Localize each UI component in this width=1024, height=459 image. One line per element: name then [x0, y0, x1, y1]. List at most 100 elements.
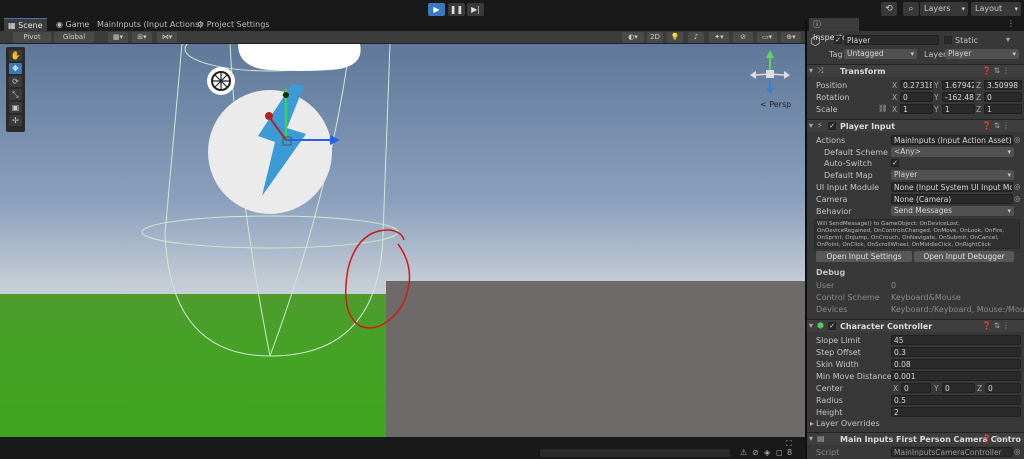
effects-icon[interactable]: ✦▾	[709, 32, 729, 43]
component-header-icons[interactable]: ❓ ⇅ ⋮	[982, 121, 1010, 130]
tab-inspector[interactable]: ⓘ Inspector	[809, 18, 859, 42]
audio-icon[interactable]: ♪	[688, 32, 704, 43]
height-field[interactable]: 2	[891, 407, 1021, 417]
default-map-dropdown[interactable]: Player	[891, 170, 1014, 180]
foldout-arrow-icon[interactable]: ▾	[809, 434, 813, 443]
foldout-arrow-icon[interactable]: ▸	[810, 419, 814, 428]
rect-tool-icon[interactable]: ▣	[9, 102, 22, 113]
component-header-icons[interactable]: ❓ ⇅ ⋮	[982, 321, 1010, 330]
tab-game-label: Game	[65, 20, 90, 29]
pause-button[interactable]: ❚❚	[448, 3, 465, 16]
foldout-arrow-icon[interactable]: ▾	[809, 66, 813, 75]
lighting-icon[interactable]: 💡	[667, 32, 683, 43]
rotation-x-field[interactable]: 0	[900, 92, 933, 102]
auto-switch-checkbox[interactable]: ✓	[891, 159, 899, 167]
position-z-field[interactable]: 3.50998	[984, 80, 1022, 90]
object-picker-icon[interactable]: ◎	[1014, 194, 1021, 203]
camera-label: Camera	[816, 195, 848, 204]
object-name-field[interactable]: Player	[844, 35, 939, 45]
center-y-field[interactable]: 0	[942, 383, 975, 393]
y-axis-label: Y	[934, 384, 939, 393]
tab-project-settings[interactable]: ⚙ Project Settings	[193, 18, 273, 31]
center-x-field[interactable]: 0	[901, 383, 931, 393]
global-toggle[interactable]: Global	[54, 32, 94, 43]
scene-viewport[interactable]: < Persp ✋ ✥ ⟳ ⤡ ▣ ✢	[0, 44, 805, 437]
character-controller-header[interactable]: ▾ ⬢ ✓ Character Controller ❓ ⇅ ⋮	[807, 319, 1024, 332]
tag-dropdown[interactable]: Untagged	[844, 49, 917, 59]
component-header-icons[interactable]: ❓ ⇅ ⋮	[982, 434, 1010, 443]
tab-main-inputs[interactable]: MainInputs (Input Actions)	[93, 18, 206, 31]
step-button[interactable]: ▶|	[467, 3, 484, 16]
transform-tool-icon[interactable]: ✢	[9, 115, 22, 126]
2d-toggle[interactable]: 2D	[647, 32, 663, 43]
open-input-settings-button[interactable]: Open Input Settings	[816, 251, 912, 262]
skin-width-field[interactable]: 0.08	[891, 359, 1021, 369]
orientation-gizmo[interactable]	[750, 50, 790, 94]
camera-gizmo-icon[interactable]	[207, 67, 235, 95]
gizmos-icon[interactable]: ⊕▾	[781, 32, 801, 43]
layout-dropdown[interactable]: Layout	[971, 2, 1021, 16]
default-scheme-dropdown[interactable]: <Any>	[891, 147, 1014, 157]
min-move-distance-field[interactable]: 0.001	[891, 371, 1021, 381]
rotation-y-field[interactable]: -162.48	[942, 92, 975, 102]
layer-dropdown[interactable]: Player	[945, 49, 1019, 59]
object-picker-icon[interactable]: ◎	[1014, 135, 1021, 144]
foldout-arrow-icon[interactable]: ▾	[809, 321, 813, 330]
transform-header[interactable]: ▾ ⤨ Transform ❓ ⇅ ⋮	[807, 64, 1024, 77]
object-picker-icon[interactable]: ◎	[1014, 182, 1021, 191]
info-icon: ⓘ	[813, 20, 821, 29]
move-tool-icon[interactable]: ✥	[9, 63, 22, 74]
grid-snap-icon[interactable]: ▦▾	[108, 32, 128, 43]
history-icon[interactable]: ⟲	[881, 2, 897, 16]
active-checkbox[interactable]: ✓	[834, 36, 842, 44]
shading-mode-icon[interactable]: ◐▾	[622, 32, 644, 43]
snap-increment-icon[interactable]: ⊞▾	[132, 32, 152, 43]
actions-field[interactable]: MainInputs (Input Action Asset)	[891, 135, 1013, 145]
character-controller-enabled-checkbox[interactable]: ✓	[828, 322, 836, 330]
player-input-header[interactable]: ▾ ⚡ ✓ Player Input ❓ ⇅ ⋮	[807, 119, 1024, 132]
slope-limit-field[interactable]: 45	[891, 335, 1021, 345]
position-x-field[interactable]: 0.27318	[900, 80, 933, 90]
static-checkbox[interactable]	[944, 36, 952, 44]
layers-dropdown[interactable]: Layers	[920, 2, 968, 16]
search-icon[interactable]: ⌕	[903, 2, 919, 16]
behavior-dropdown[interactable]: Send Messages	[891, 206, 1014, 216]
main-inputs-script-header[interactable]: ▾ ▤ Main Inputs First Person Camera Cont…	[807, 432, 1024, 445]
more-options-icon[interactable]: ⋮	[1007, 19, 1015, 28]
static-dropdown-icon[interactable]: ▾	[1006, 35, 1010, 44]
perspective-label[interactable]: < Persp	[760, 100, 791, 109]
tag-label: Tag	[829, 50, 843, 59]
object-picker-icon[interactable]: ◎	[1014, 447, 1021, 456]
step-offset-field[interactable]: 0.3	[891, 347, 1021, 357]
position-y-field[interactable]: 1.67942	[942, 80, 975, 90]
center-z-field[interactable]: 0	[985, 383, 1021, 393]
open-input-debugger-button[interactable]: Open Input Debugger	[914, 251, 1014, 262]
vertex-snap-icon[interactable]: ⋈▾	[157, 32, 177, 43]
foldout-arrow-icon[interactable]: ▾	[809, 121, 813, 130]
log-info-icon[interactable]: ◈	[764, 448, 770, 457]
player-input-enabled-checkbox[interactable]: ✓	[828, 122, 836, 130]
rotate-tool-icon[interactable]: ⟳	[9, 76, 22, 87]
min-move-distance-label: Min Move Distance	[816, 372, 892, 381]
scale-y-field[interactable]: 1	[942, 104, 975, 114]
radius-field[interactable]: 0.5	[891, 395, 1021, 405]
rotation-z-field[interactable]: 0	[984, 92, 1022, 102]
ui-input-module-field[interactable]: None (Input System UI Input Mod	[891, 182, 1013, 192]
camera-settings-icon[interactable]: ▭▾	[757, 32, 777, 43]
hand-tool-icon[interactable]: ✋	[9, 50, 22, 61]
scale-z-field[interactable]: 1	[984, 104, 1022, 114]
scale-x-field[interactable]: 1	[900, 104, 933, 114]
camera-field[interactable]: None (Camera)	[891, 194, 1013, 204]
log-warning-icon[interactable]: ⚠	[740, 448, 747, 457]
tab-scene[interactable]: ▦ Scene	[4, 18, 47, 31]
tab-game[interactable]: ◉ Game	[52, 18, 93, 31]
scale-tool-icon[interactable]: ⤡	[9, 89, 22, 100]
play-button[interactable]: ▶	[428, 3, 445, 16]
component-header-icons[interactable]: ❓ ⇅ ⋮	[982, 66, 1010, 75]
player-input-icon: ⚡	[817, 121, 823, 130]
log-error-icon[interactable]: ⊘	[752, 448, 759, 457]
hidden-objects-icon[interactable]: ⊘	[733, 32, 753, 43]
pivot-toggle[interactable]: Pivot	[13, 32, 51, 43]
link-icon[interactable]: ⛓	[878, 104, 888, 113]
layer-overrides-foldout[interactable]: Layer Overrides	[816, 419, 880, 428]
